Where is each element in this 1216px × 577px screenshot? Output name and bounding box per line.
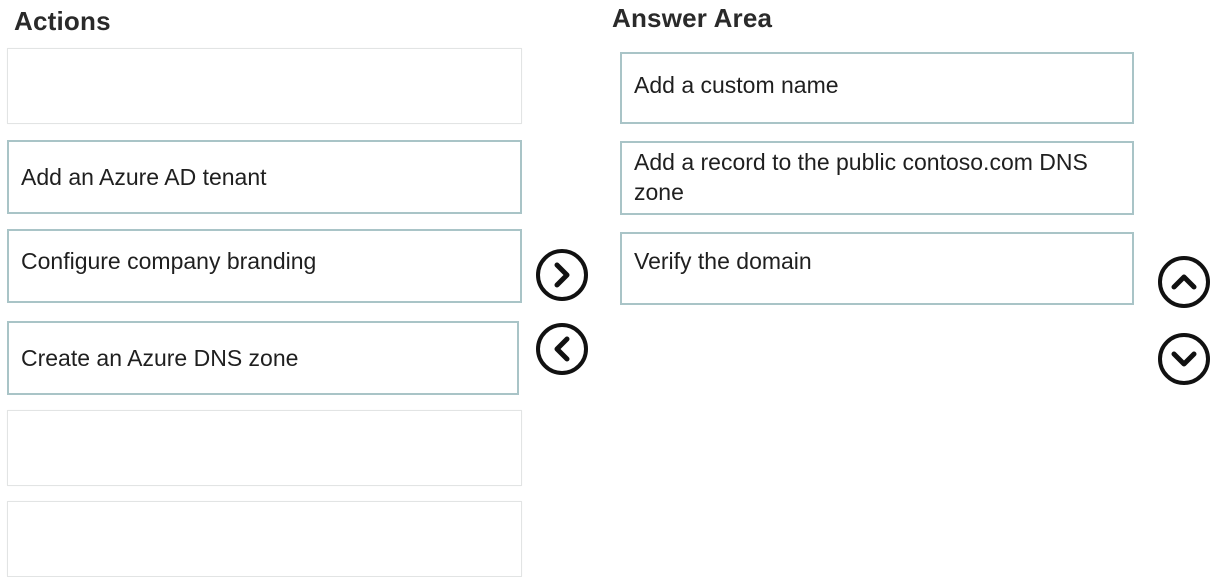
answer-item-add-custom-name[interactable]: Add a custom name xyxy=(620,52,1134,124)
action-slot-empty[interactable] xyxy=(7,501,522,577)
move-right-button[interactable] xyxy=(536,249,588,301)
move-left-button[interactable] xyxy=(536,323,588,375)
action-slot-empty[interactable] xyxy=(7,48,522,124)
chevron-down-icon xyxy=(1171,351,1197,367)
answer-item-add-dns-record[interactable]: Add a record to the public contoso.com D… xyxy=(620,141,1134,215)
answer-area-heading: Answer Area xyxy=(612,3,773,33)
action-item-create-azure-dns-zone[interactable]: Create an Azure DNS zone xyxy=(7,321,519,395)
answer-item-verify-domain[interactable]: Verify the domain xyxy=(620,232,1134,305)
actions-heading: Actions xyxy=(14,6,111,36)
chevron-right-icon xyxy=(554,262,570,288)
chevron-up-icon xyxy=(1171,274,1197,290)
action-slot-empty[interactable] xyxy=(7,410,522,486)
chevron-left-icon xyxy=(554,336,570,362)
action-item-configure-company-branding[interactable]: Configure company branding xyxy=(7,229,522,303)
move-up-button[interactable] xyxy=(1158,256,1210,308)
move-down-button[interactable] xyxy=(1158,333,1210,385)
action-item-add-azure-ad-tenant[interactable]: Add an Azure AD tenant xyxy=(7,140,522,214)
